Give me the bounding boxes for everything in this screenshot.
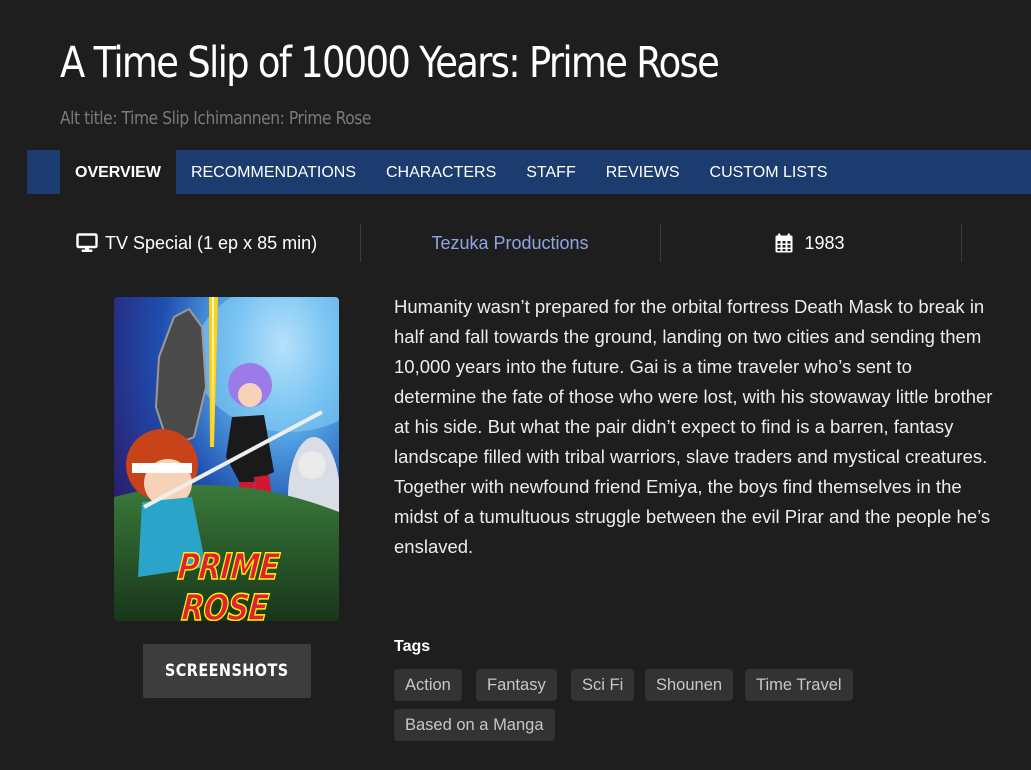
tag-sci-fi[interactable]: Sci Fi: [571, 669, 635, 701]
info-year-text: 1983: [804, 233, 845, 253]
tab-overview[interactable]: OVERVIEW: [60, 150, 176, 194]
tag-time-travel[interactable]: Time Travel: [745, 669, 853, 701]
divider: [961, 224, 962, 262]
tag-action[interactable]: Action: [394, 669, 462, 701]
synopsis: Humanity wasn’t prepared for the orbital…: [394, 296, 993, 557]
tag-based-on-a-manga[interactable]: Based on a Manga: [394, 709, 555, 741]
screenshots-button-label: SCREENSHOTS: [165, 661, 289, 681]
poster-title: PRIME ROSE: [175, 546, 281, 621]
tag-shounen[interactable]: Shounen: [645, 669, 734, 701]
monitor-icon: [76, 233, 98, 253]
tab-characters[interactable]: CHARACTERS: [371, 150, 511, 194]
tab-reviews[interactable]: REVIEWS: [591, 150, 695, 194]
info-year: 1983: [660, 224, 960, 262]
tags-label: Tags: [394, 638, 431, 655]
tab-staff[interactable]: STAFF: [511, 150, 590, 194]
poster-image[interactable]: PRIME ROSE: [114, 297, 339, 621]
tab-recommendations[interactable]: RECOMMENDATIONS: [176, 150, 371, 194]
screenshots-button[interactable]: SCREENSHOTS: [143, 644, 311, 698]
nav-bar: OVERVIEW RECOMMENDATIONS CHARACTERS STAF…: [27, 150, 1031, 194]
studio-link[interactable]: Tezuka Productions: [360, 224, 660, 262]
tab-custom-lists[interactable]: CUSTOM LISTS: [695, 150, 843, 194]
info-type: TV Special (1 ep x 85 min): [76, 224, 317, 262]
tag-fantasy[interactable]: Fantasy: [476, 669, 557, 701]
info-type-text: TV Special (1 ep x 85 min): [105, 233, 318, 253]
alt-title: Alt title: Time Slip Ichimannen: Prime R…: [60, 108, 371, 129]
page-title: A Time Slip of 10000 Years: Prime Rose: [60, 38, 720, 88]
calendar-icon: [775, 233, 793, 253]
